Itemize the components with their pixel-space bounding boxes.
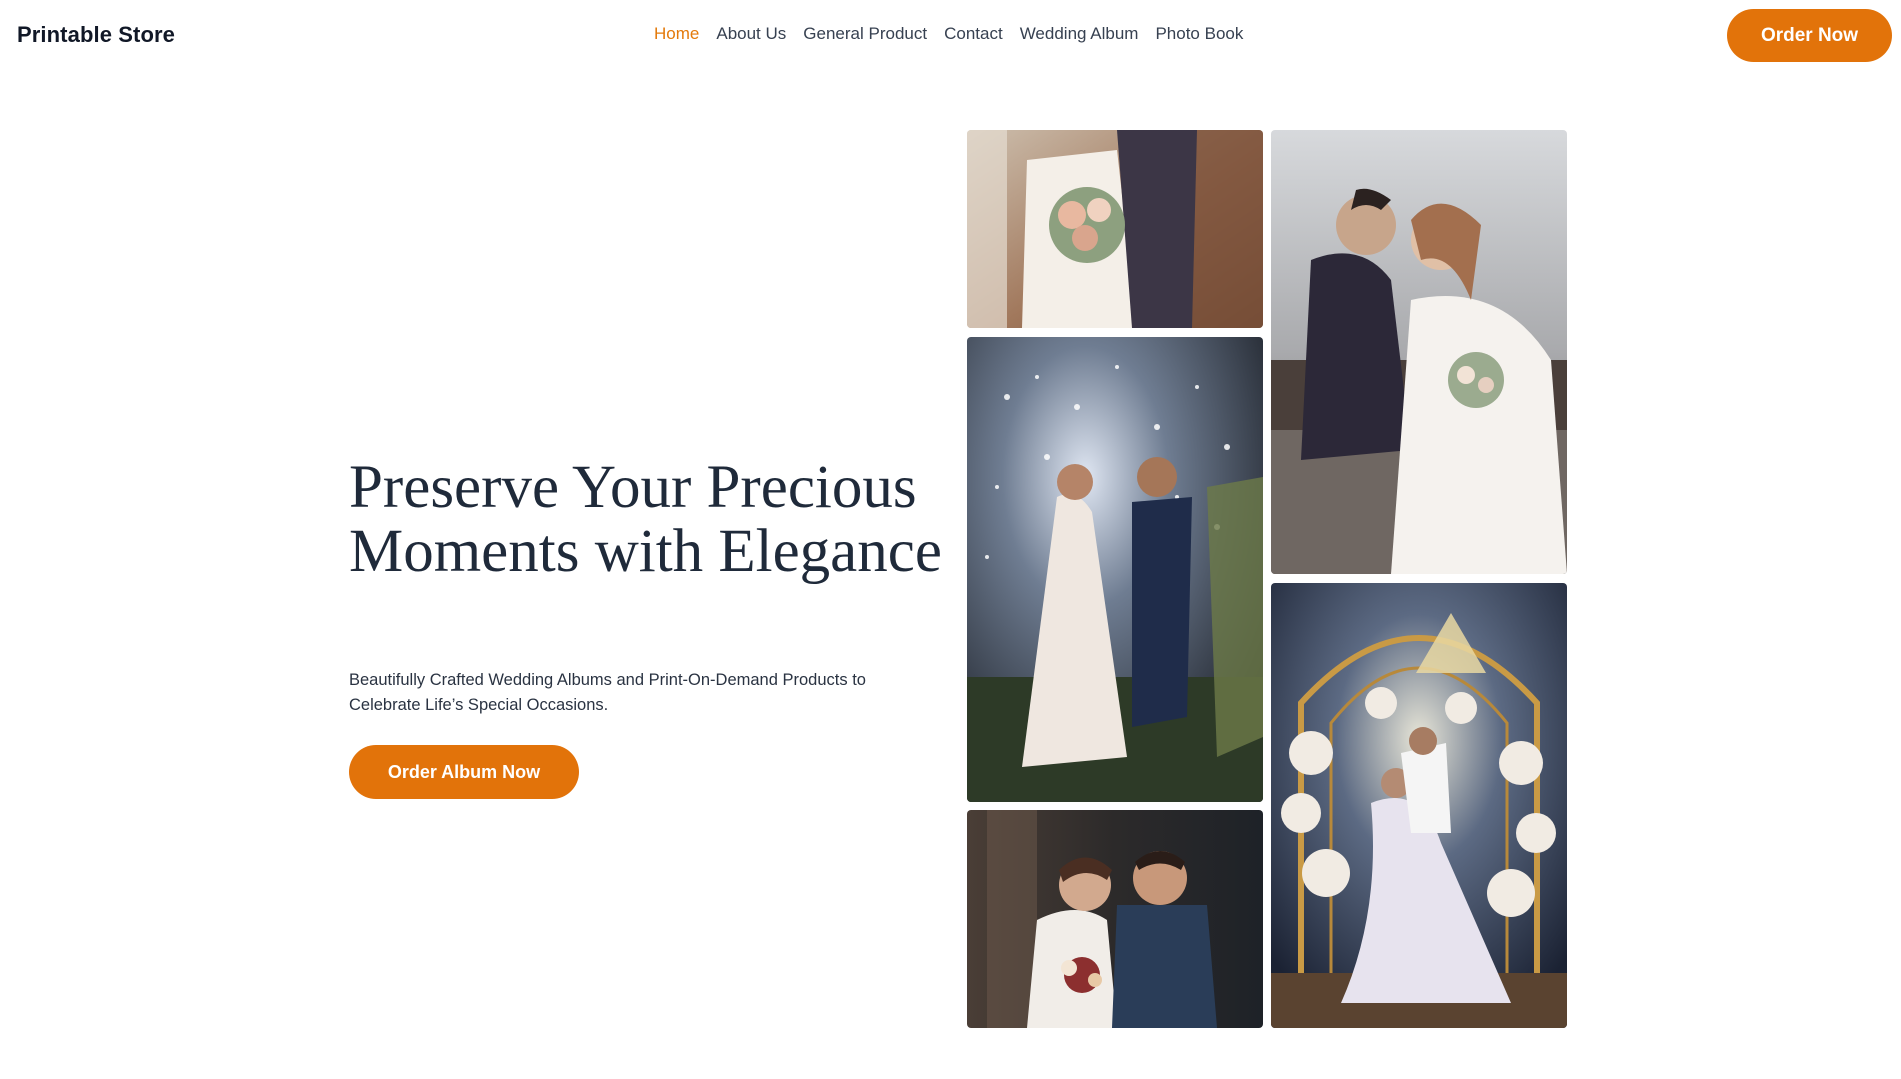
order-now-button[interactable]: Order Now: [1727, 9, 1892, 62]
nav-contact[interactable]: Contact: [944, 24, 1003, 44]
brand-logo[interactable]: Printable Store: [17, 22, 175, 48]
order-album-button[interactable]: Order Album Now: [349, 745, 579, 799]
photo-couple-bench: [1271, 130, 1567, 574]
nav-about-us[interactable]: About Us: [716, 24, 786, 44]
hero-subtitle: Beautifully Crafted Wedding Albums and P…: [349, 671, 866, 714]
nav-home[interactable]: Home: [654, 24, 699, 44]
photo-gold-arch-dip: [1271, 583, 1567, 1028]
hero-title: Preserve Your Precious Moments with Eleg…: [349, 454, 942, 585]
photo-couple-smiling: [967, 810, 1263, 1028]
site-header: Printable Store Home About Us General Pr…: [0, 0, 1901, 70]
nav-general-product[interactable]: General Product: [803, 24, 927, 44]
nav-photo-book[interactable]: Photo Book: [1155, 24, 1243, 44]
main-nav: Home About Us General Product Contact We…: [654, 24, 1243, 44]
photo-sparklers-dance: [967, 337, 1263, 802]
photo-bouquet: [967, 130, 1263, 328]
nav-wedding-album[interactable]: Wedding Album: [1020, 24, 1139, 44]
